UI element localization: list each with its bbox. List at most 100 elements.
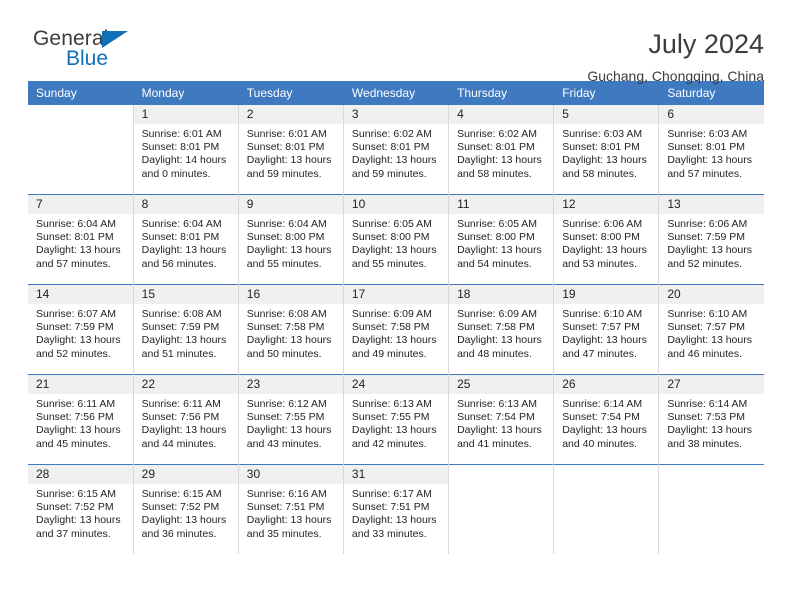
sunset-text: Sunset: 8:01 PM [246, 141, 325, 154]
day-number: 19 [554, 285, 659, 304]
sunrise-text: Sunrise: 6:05 AM [457, 218, 538, 230]
calendar-day-cell[interactable]: 22 Sunrise: 6:11 AM Sunset: 7:56 PM Dayligh… [133, 374, 239, 465]
calendar-day-cell[interactable]: 13 Sunrise: 6:06 AM Sunset: 7:59 PM Dayligh… [658, 194, 764, 285]
day-details: Sunrise: 6:13 AM Sunset: 7:55 PM Daylight:… [344, 394, 448, 451]
sunrise-text: Sunrise: 6:01 AM [246, 128, 327, 140]
sunset-text: Sunset: 7:59 PM [36, 321, 114, 334]
daylight-text: Daylight: 13 hours and 56 minutes. [141, 244, 227, 270]
calendar-day-cell[interactable]: 6 Sunrise: 6:03 AM Sunset: 8:01 PM Daylight… [658, 105, 764, 195]
calendar-day-cell[interactable]: 1 Sunrise: 6:01 AM Sunset: 8:01 PM Daylight… [133, 105, 239, 195]
day-details: Sunrise: 6:11 AM Sunset: 7:56 PM Daylight:… [134, 394, 238, 451]
calendar-week-row: 21 Sunrise: 6:11 AM Sunset: 7:56 PM Dayligh… [28, 374, 764, 465]
calendar-day-cell[interactable]: 9 Sunrise: 6:04 AM Sunset: 8:00 PM Daylight… [238, 194, 344, 285]
sunrise-text: Sunrise: 6:03 AM [562, 128, 643, 140]
sunset-text: Sunset: 7:59 PM [141, 321, 220, 334]
calendar-day-cell[interactable]: 12 Sunrise: 6:06 AM Sunset: 8:00 PM Dayligh… [553, 194, 660, 285]
daylight-text: Daylight: 13 hours and 55 minutes. [351, 244, 437, 270]
day-number: 1 [133, 105, 238, 124]
sunset-text: Sunset: 7:59 PM [667, 231, 745, 244]
sunset-text: Sunset: 7:55 PM [246, 411, 325, 424]
daylight-text: Daylight: 13 hours and 59 minutes. [351, 154, 437, 180]
day-number: 31 [343, 465, 449, 484]
sunset-text: Sunset: 7:52 PM [36, 501, 114, 514]
sunrise-text: Sunrise: 6:09 AM [457, 308, 538, 320]
calendar-day-cell[interactable]: 15 Sunrise: 6:08 AM Sunset: 7:59 PM Dayligh… [133, 284, 239, 375]
daylight-text: Daylight: 13 hours and 50 minutes. [246, 334, 332, 360]
sunset-text: Sunset: 8:01 PM [141, 231, 220, 244]
day-number: 25 [449, 375, 554, 394]
daylight-text: Daylight: 13 hours and 52 minutes. [36, 334, 121, 360]
day-number: 14 [28, 285, 133, 304]
daylight-text: Daylight: 13 hours and 59 minutes. [246, 154, 332, 180]
day-details: Sunrise: 6:02 AM Sunset: 8:01 PM Daylight:… [449, 124, 553, 181]
sunset-text: Sunset: 7:53 PM [667, 411, 745, 424]
weekday-header-sunday: Sunday [28, 81, 134, 105]
calendar-day-cell[interactable]: 11 Sunrise: 6:05 AM Sunset: 8:00 PM Dayligh… [448, 194, 555, 285]
sunrise-text: Sunrise: 6:03 AM [667, 128, 748, 140]
calendar-week-row: 14 Sunrise: 6:07 AM Sunset: 7:59 PM Dayligh… [28, 284, 764, 375]
daylight-text: Daylight: 13 hours and 57 minutes. [667, 154, 752, 180]
calendar-day-cell[interactable]: 21 Sunrise: 6:11 AM Sunset: 7:56 PM Dayligh… [28, 374, 134, 465]
day-number: 21 [28, 375, 133, 394]
daylight-text: Daylight: 13 hours and 36 minutes. [141, 514, 227, 540]
calendar-day-cell[interactable]: 10 Sunrise: 6:05 AM Sunset: 8:00 PM Dayligh… [343, 194, 450, 285]
calendar-day-cell[interactable]: 14 Sunrise: 6:07 AM Sunset: 7:59 PM Dayligh… [28, 284, 134, 375]
calendar-day-cell[interactable]: 16 Sunrise: 6:08 AM Sunset: 7:58 PM Dayligh… [238, 284, 344, 375]
daylight-text: Daylight: 13 hours and 57 minutes. [36, 244, 121, 270]
calendar-day-cell[interactable]: 20 Sunrise: 6:10 AM Sunset: 7:57 PM Dayligh… [658, 284, 764, 375]
sunrise-text: Sunrise: 6:07 AM [36, 308, 116, 320]
calendar-day-cell[interactable]: 7 Sunrise: 6:04 AM Sunset: 8:01 PM Daylight… [28, 194, 134, 285]
calendar-day-cell[interactable]: 8 Sunrise: 6:04 AM Sunset: 8:01 PM Daylight… [133, 194, 239, 285]
daylight-text: Daylight: 13 hours and 43 minutes. [246, 424, 332, 450]
day-number [449, 465, 554, 484]
day-number: 24 [343, 375, 449, 394]
sunrise-text: Sunrise: 6:04 AM [36, 218, 116, 230]
calendar-day-cell[interactable]: 18 Sunrise: 6:09 AM Sunset: 7:58 PM Dayligh… [448, 284, 555, 375]
page-header: General Blue July 2024 Guchang, Chongqin… [28, 0, 764, 85]
day-number: 2 [238, 105, 343, 124]
daylight-text: Daylight: 13 hours and 41 minutes. [457, 424, 542, 450]
title-block: July 2024 Guchang, Chongqing, China [587, 28, 764, 84]
calendar-day-cell[interactable]: 25 Sunrise: 6:13 AM Sunset: 7:54 PM Dayligh… [448, 374, 555, 465]
calendar-day-cell[interactable]: 23 Sunrise: 6:12 AM Sunset: 7:55 PM Dayligh… [238, 374, 344, 465]
logo-text-blue: Blue [66, 47, 109, 70]
sunrise-text: Sunrise: 6:16 AM [246, 488, 327, 500]
day-number [28, 105, 133, 124]
day-number: 8 [133, 195, 238, 214]
daylight-text: Daylight: 13 hours and 42 minutes. [351, 424, 437, 450]
day-number: 5 [554, 105, 659, 124]
calendar-day-cell-empty [448, 464, 555, 554]
day-number: 9 [238, 195, 343, 214]
sunset-text: Sunset: 7:54 PM [562, 411, 640, 424]
sunrise-text: Sunrise: 6:15 AM [141, 488, 222, 500]
day-number [659, 465, 764, 484]
sunrise-text: Sunrise: 6:08 AM [246, 308, 327, 320]
calendar-day-cell[interactable]: 3 Sunrise: 6:02 AM Sunset: 8:01 PM Daylight… [343, 105, 450, 195]
calendar-day-cell[interactable]: 29 Sunrise: 6:15 AM Sunset: 7:52 PM Dayligh… [133, 464, 239, 554]
calendar-day-cell[interactable]: 5 Sunrise: 6:03 AM Sunset: 8:01 PM Daylight… [553, 105, 660, 195]
sunset-text: Sunset: 7:57 PM [667, 321, 745, 334]
calendar-day-cell[interactable]: 28 Sunrise: 6:15 AM Sunset: 7:52 PM Dayligh… [28, 464, 134, 554]
sunrise-text: Sunrise: 6:10 AM [562, 308, 643, 320]
calendar-day-cell[interactable]: 4 Sunrise: 6:02 AM Sunset: 8:01 PM Daylight… [448, 105, 555, 195]
page-title: July 2024 [648, 29, 764, 59]
daylight-text: Daylight: 13 hours and 55 minutes. [246, 244, 332, 270]
calendar-day-cell[interactable]: 26 Sunrise: 6:14 AM Sunset: 7:54 PM Dayligh… [553, 374, 660, 465]
day-details: Sunrise: 6:03 AM Sunset: 8:01 PM Daylight:… [554, 124, 658, 181]
calendar-day-cell[interactable]: 17 Sunrise: 6:09 AM Sunset: 7:58 PM Dayligh… [343, 284, 450, 375]
sunset-text: Sunset: 8:00 PM [351, 231, 430, 244]
sunset-text: Sunset: 7:54 PM [457, 411, 535, 424]
day-number: 4 [449, 105, 554, 124]
calendar-day-cell[interactable]: 2 Sunrise: 6:01 AM Sunset: 8:01 PM Daylight… [238, 105, 344, 195]
sunrise-text: Sunrise: 6:13 AM [457, 398, 538, 410]
sunrise-text: Sunrise: 6:17 AM [351, 488, 432, 500]
sunrise-text: Sunrise: 6:04 AM [141, 218, 222, 230]
calendar-day-cell-empty [28, 105, 134, 195]
calendar-day-cell[interactable]: 27 Sunrise: 6:14 AM Sunset: 7:53 PM Dayligh… [658, 374, 764, 465]
calendar-day-cell[interactable]: 24 Sunrise: 6:13 AM Sunset: 7:55 PM Dayligh… [343, 374, 450, 465]
calendar-day-cell[interactable]: 31 Sunrise: 6:17 AM Sunset: 7:51 PM Dayligh… [343, 464, 450, 554]
sunset-text: Sunset: 7:56 PM [141, 411, 220, 424]
calendar-day-cell[interactable]: 30 Sunrise: 6:16 AM Sunset: 7:51 PM Dayligh… [238, 464, 344, 554]
daylight-text: Daylight: 13 hours and 37 minutes. [36, 514, 121, 540]
calendar-day-cell[interactable]: 19 Sunrise: 6:10 AM Sunset: 7:57 PM Dayligh… [553, 284, 660, 375]
